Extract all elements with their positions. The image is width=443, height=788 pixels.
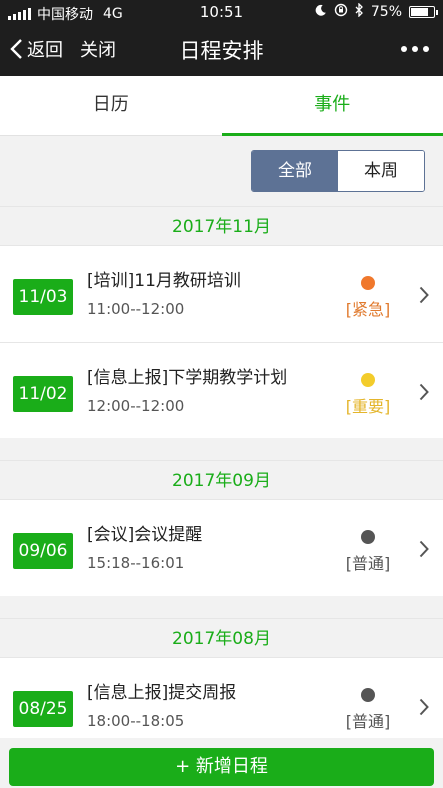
month-header: 2017年09月 bbox=[0, 460, 443, 500]
tab-calendar[interactable]: 日历 bbox=[0, 76, 222, 135]
bluetooth-icon bbox=[355, 2, 364, 21]
filter-segmented-control: 全部 本周 bbox=[251, 150, 425, 192]
priority-label: [紧急] bbox=[345, 300, 391, 319]
event-row[interactable]: 11/02 [信息上报]下学期教学计划 12:00--12:00 [重要] bbox=[0, 342, 443, 438]
event-title: [培训]11月教研培训 bbox=[87, 271, 241, 291]
status-right: 75% bbox=[314, 2, 438, 21]
priority-dot bbox=[361, 276, 375, 290]
event-title: [信息上报]提交周报 bbox=[87, 683, 237, 703]
event-title: [会议]会议提醒 bbox=[87, 525, 203, 545]
tab-events[interactable]: 事件 bbox=[221, 76, 443, 136]
priority-indicator: [普通] bbox=[340, 530, 396, 574]
event-time: 18:00--18:05 bbox=[87, 712, 185, 730]
date-badge: 11/03 bbox=[13, 279, 73, 315]
chevron-right-icon[interactable] bbox=[419, 383, 429, 405]
event-title: [信息上报]下学期教学计划 bbox=[87, 368, 288, 388]
status-bar: 中国移动 4G 10:51 75% bbox=[0, 0, 443, 24]
priority-indicator: [重要] bbox=[340, 373, 396, 417]
event-time: 11:00--12:00 bbox=[87, 300, 185, 318]
event-row[interactable]: 11/03 [培训]11月教研培训 11:00--12:00 [紧急] bbox=[0, 246, 443, 342]
event-row[interactable]: 09/06 [会议]会议提醒 15:18--16:01 [普通] bbox=[0, 500, 443, 596]
priority-label: [重要] bbox=[345, 397, 391, 416]
priority-dot bbox=[361, 530, 375, 544]
event-list[interactable]: 2017年11月 11/03 [培训]11月教研培训 11:00--12:00 [紧急]… bbox=[0, 206, 443, 738]
filter-week-button[interactable]: 本周 bbox=[338, 151, 424, 191]
battery-fill bbox=[411, 8, 428, 16]
priority-dot bbox=[361, 373, 375, 387]
add-schedule-button[interactable]: + 新增日程 bbox=[9, 748, 434, 786]
month-header: 2017年11月 bbox=[0, 206, 443, 246]
filter-all-button[interactable]: 全部 bbox=[252, 151, 338, 191]
priority-indicator: [普通] bbox=[340, 688, 396, 732]
date-badge: 09/06 bbox=[13, 533, 73, 569]
more-options-icon[interactable] bbox=[401, 36, 429, 62]
moon-icon bbox=[314, 4, 327, 21]
page-title: 日程安排 bbox=[179, 39, 264, 63]
chevron-right-icon[interactable] bbox=[419, 286, 429, 308]
event-time: 12:00--12:00 bbox=[87, 397, 185, 415]
bottom-bar: + 新增日程 bbox=[0, 738, 443, 788]
event-row[interactable]: 08/25 [信息上报]提交周报 18:00--18:05 [普通] bbox=[0, 658, 443, 738]
tab-bar: 日历 事件 bbox=[0, 76, 443, 136]
priority-indicator: [紧急] bbox=[340, 276, 396, 320]
lock-rotation-icon bbox=[334, 3, 348, 21]
priority-dot bbox=[361, 688, 375, 702]
chevron-right-icon[interactable] bbox=[419, 540, 429, 562]
priority-label: [普通] bbox=[345, 712, 391, 731]
event-time: 15:18--16:01 bbox=[87, 554, 185, 572]
month-header: 2017年08月 bbox=[0, 618, 443, 658]
date-badge: 11/02 bbox=[13, 376, 73, 412]
battery-icon bbox=[409, 6, 438, 18]
priority-label: [普通] bbox=[345, 554, 391, 573]
nav-bar: 返回 关闭 日程安排 bbox=[0, 24, 443, 76]
chevron-right-icon[interactable] bbox=[419, 698, 429, 720]
date-badge: 08/25 bbox=[13, 691, 73, 727]
battery-percent: 75% bbox=[370, 4, 402, 20]
